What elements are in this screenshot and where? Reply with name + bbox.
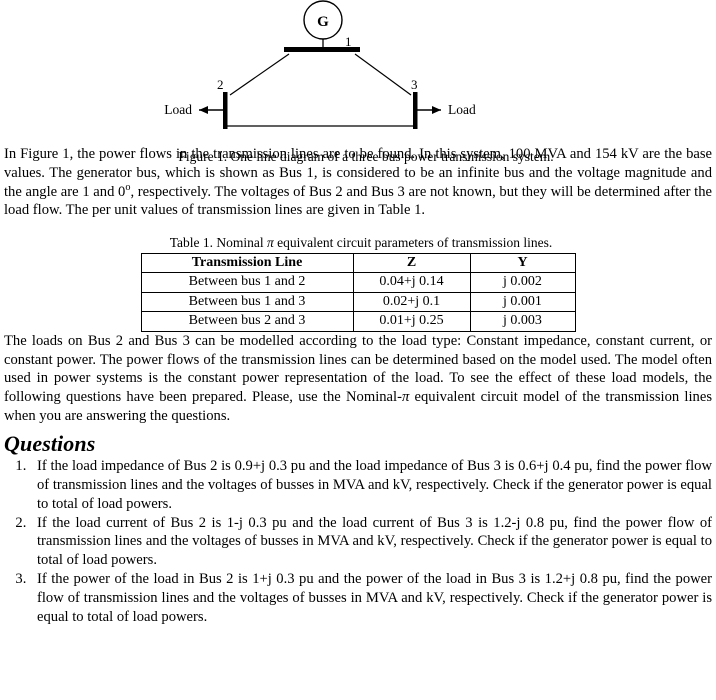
bus1-label: 1 [345, 34, 352, 49]
cell-y: j 0.003 [469, 311, 576, 332]
questions-list: If the load impedance of Bus 2 is 0.9+j … [4, 457, 712, 626]
cell-z: 0.02+j 0.1 [352, 291, 471, 313]
cell-z: 0.01+j 0.25 [352, 311, 471, 332]
table-row: Between bus 1 and 3 0.02+j 0.1 j 0.001 [140, 291, 576, 313]
one-line-diagram-svg: G 1 2 3 Load Load [164, 0, 476, 129]
bus2-label: 2 [217, 77, 224, 92]
table-row: Between bus 1 and 2 0.04+j 0.14 j 0.002 [140, 272, 576, 293]
cell-z: 0.04+j 0.14 [352, 272, 471, 293]
pi-symbol-caption: π [266, 235, 274, 251]
question-item: If the load impedance of Bus 2 is 0.9+j … [30, 457, 712, 513]
cell-line: Between bus 1 and 3 [140, 291, 354, 313]
cell-y: j 0.002 [469, 272, 576, 293]
figure-caption: Figure 1. One line diagram of a three bu… [178, 149, 554, 164]
line-bus1-bus2 [229, 53, 290, 96]
table-row: Between bus 2 and 3 0.01+j 0.25 j 0.003 [140, 311, 576, 332]
table-caption: Table 1. Nominal π equivalent circuit pa… [4, 235, 712, 251]
cell-line: Between bus 2 and 3 [140, 311, 354, 332]
document-page: G 1 2 3 Load Load Figure 1. One line dia… [0, 0, 716, 700]
load-right-label: Load [448, 102, 476, 117]
cell-y: j 0.001 [469, 291, 576, 313]
load-left-arrow-icon [199, 106, 208, 114]
line-bus1-bus3 [354, 53, 412, 96]
load-left-label: Load [164, 102, 192, 117]
load-models-paragraph: The loads on Bus 2 and Bus 3 can be mode… [4, 332, 712, 426]
column-header-transmission-line: Transmission Line [140, 252, 354, 274]
column-header-y: Y [469, 252, 576, 274]
load-right-arrow-icon [432, 106, 441, 114]
generator-label: G [317, 14, 329, 30]
table-caption-part2: equivalent circuit parameters of transmi… [273, 235, 553, 251]
table-caption-part1: Table 1. Nominal [169, 235, 267, 251]
bus3-label: 3 [411, 77, 418, 92]
cell-line: Between bus 1 and 2 [140, 272, 354, 293]
one-line-diagram-figure: G 1 2 3 Load Load Figure 1. One line dia… [4, 0, 716, 164]
questions-heading: Questions [4, 430, 96, 456]
transmission-line-parameters-table: Transmission Line Z Y Between bus 1 and … [140, 252, 576, 332]
table-header-row: Transmission Line Z Y [140, 252, 576, 274]
question-item: If the load current of Bus 2 is 1-j 0.3 … [30, 514, 712, 570]
column-header-z: Z [352, 252, 471, 274]
question-item: If the power of the load in Bus 2 is 1+j… [30, 570, 712, 626]
